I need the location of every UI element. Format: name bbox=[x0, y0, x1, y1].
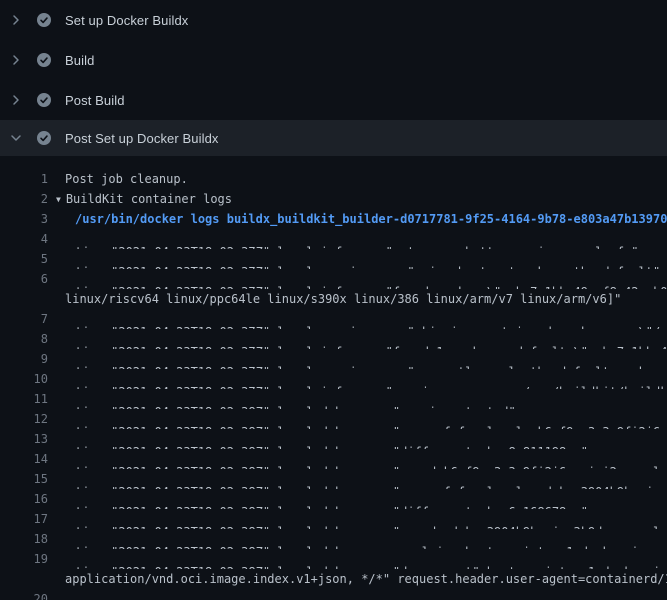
line-number[interactable]: 2 bbox=[0, 189, 48, 209]
log-line-content: ▼time="2021-04-23T18:02:38Z" level=debug… bbox=[65, 409, 667, 429]
log-line-content: ▼time="2021-04-23T18:02:37Z" level=warni… bbox=[65, 249, 667, 269]
log-line: 15 ▼time="2021-04-23T18:02:38Z" level=de… bbox=[0, 469, 667, 489]
log-line-content[interactable]: ▼ BuildKit container logs bbox=[56, 189, 667, 209]
line-number[interactable]: 5 bbox=[0, 249, 48, 269]
line-number[interactable]: 17 bbox=[0, 509, 48, 529]
log-text: /usr/bin/docker logs buildx_buildkit_bui… bbox=[75, 212, 667, 226]
log-line: 12 ▼time="2021-04-23T18:02:38Z" level=de… bbox=[0, 409, 667, 429]
log-line: 4 ▼time="2021-04-23T18:02:37Z" level=inf… bbox=[0, 229, 667, 249]
log-line: 2 ▼ BuildKit container logs bbox=[0, 189, 667, 209]
log-line: 8 ▼time="2021-04-23T18:02:37Z" level=inf… bbox=[0, 329, 667, 349]
step-row[interactable]: Build bbox=[0, 40, 667, 80]
step-row[interactable]: Post Set up Docker Buildx bbox=[0, 120, 667, 156]
check-circle-icon bbox=[37, 93, 51, 107]
log-text: BuildKit container logs bbox=[66, 192, 232, 206]
line-number[interactable]: 16 bbox=[0, 489, 48, 509]
log-line-content: ▼time="2021-04-23T18:02:37Z" level=warni… bbox=[65, 309, 667, 329]
log-line-content: ▼time="2021-04-23T18:02:38Z" level=debug… bbox=[65, 389, 667, 409]
check-circle-icon bbox=[37, 131, 51, 145]
line-number[interactable]: 14 bbox=[0, 449, 48, 469]
actions-log-viewer: Set up Docker Buildx Build bbox=[0, 0, 667, 600]
line-number[interactable]: 11 bbox=[0, 389, 48, 409]
line-number[interactable] bbox=[0, 569, 48, 589]
line-number[interactable]: 6 bbox=[0, 269, 48, 289]
log-line: 20 ▼time="2021-04-23T18:02:38Z" level=de… bbox=[0, 589, 667, 600]
check-circle-icon bbox=[37, 53, 51, 67]
chevron-right-icon bbox=[8, 92, 24, 108]
log-line-content: ▼Post job cleanup. bbox=[65, 169, 667, 189]
step-label: Post Build bbox=[65, 93, 125, 108]
line-number[interactable]: 12 bbox=[0, 409, 48, 429]
step-list: Set up Docker Buildx Build bbox=[0, 0, 667, 156]
log-line-content: ▼time="2021-04-23T18:02:37Z" level=info … bbox=[65, 229, 667, 249]
step-row[interactable]: Post Build bbox=[0, 80, 667, 120]
line-number[interactable]: 8 bbox=[0, 329, 48, 349]
log-line-content: ▼time="2021-04-23T18:02:37Z" level=info … bbox=[65, 329, 667, 349]
log-line-content: ▼time="2021-04-23T18:02:37Z" level=info … bbox=[65, 269, 667, 289]
line-number[interactable]: 9 bbox=[0, 349, 48, 369]
log-line: ▼application/vnd.oci.image.index.v1+json… bbox=[0, 569, 667, 589]
log-line: 6 ▼time="2021-04-23T18:02:37Z" level=inf… bbox=[0, 269, 667, 289]
log-line-content: ▼/usr/bin/docker logs buildx_buildkit_bu… bbox=[65, 209, 667, 229]
log-text: Post job cleanup. bbox=[65, 172, 188, 186]
step-label: Set up Docker Buildx bbox=[65, 13, 188, 28]
check-circle-icon bbox=[37, 13, 51, 27]
line-number[interactable]: 10 bbox=[0, 369, 48, 389]
log-line: 1 ▼Post job cleanup. bbox=[0, 169, 667, 189]
log-line-content: ▼linux/riscv64 linux/ppc64le linux/s390x… bbox=[65, 289, 667, 309]
log-line-content: ▼time="2021-04-23T18:02:38Z" level=debug… bbox=[65, 489, 667, 509]
line-number[interactable]: 4 bbox=[0, 229, 48, 249]
log-line-content: ▼time="2021-04-23T18:02:38Z" level=debug… bbox=[65, 509, 667, 529]
log-line: 14 ▼time="2021-04-23T18:02:38Z" level=de… bbox=[0, 449, 667, 469]
chevron-right-icon bbox=[8, 12, 24, 28]
log-line-content: ▼time="2021-04-23T18:02:38Z" level=debug… bbox=[65, 549, 667, 569]
step-row[interactable]: Set up Docker Buildx bbox=[0, 0, 667, 40]
line-number[interactable]: 15 bbox=[0, 469, 48, 489]
log-line: 5 ▼time="2021-04-23T18:02:37Z" level=war… bbox=[0, 249, 667, 269]
log-line: 18 ▼time="2021-04-23T18:02:38Z" level=de… bbox=[0, 529, 667, 549]
log-line: 11 ▼time="2021-04-23T18:02:38Z" level=de… bbox=[0, 389, 667, 409]
line-number[interactable]: 1 bbox=[0, 169, 48, 189]
chevron-down-icon bbox=[8, 130, 24, 146]
log-line-content: ▼time="2021-04-23T18:02:38Z" level=debug… bbox=[65, 469, 667, 489]
log-line: 9 ▼time="2021-04-23T18:02:37Z" level=war… bbox=[0, 349, 667, 369]
log-line: 7 ▼time="2021-04-23T18:02:37Z" level=war… bbox=[0, 309, 667, 329]
line-number[interactable]: 19 bbox=[0, 549, 48, 569]
log-line-content: ▼time="2021-04-23T18:02:38Z" level=debug… bbox=[65, 529, 667, 549]
log-text: application/vnd.oci.image.index.v1+json,… bbox=[65, 572, 667, 586]
log-line: 17 ▼time="2021-04-23T18:02:38Z" level=de… bbox=[0, 509, 667, 529]
log-line-content: ▼time="2021-04-23T18:02:38Z" level=debug… bbox=[65, 589, 667, 600]
log-line: ▼linux/riscv64 linux/ppc64le linux/s390x… bbox=[0, 289, 667, 309]
log-text: linux/riscv64 linux/ppc64le linux/s390x … bbox=[65, 292, 621, 306]
log-line-content: ▼time="2021-04-23T18:02:37Z" level=info … bbox=[65, 369, 667, 389]
log-line-content: ▼time="2021-04-23T18:02:38Z" level=debug… bbox=[65, 449, 667, 469]
line-number[interactable] bbox=[0, 289, 48, 309]
line-number[interactable]: 18 bbox=[0, 529, 48, 549]
line-number[interactable]: 20 bbox=[0, 589, 48, 600]
line-number[interactable]: 3 bbox=[0, 209, 48, 229]
log-line-content: ▼time="2021-04-23T18:02:38Z" level=debug… bbox=[65, 429, 667, 449]
log-line: 16 ▼time="2021-04-23T18:02:38Z" level=de… bbox=[0, 489, 667, 509]
group-collapse-icon[interactable]: ▼ bbox=[56, 190, 61, 209]
line-number[interactable]: 13 bbox=[0, 429, 48, 449]
step-label: Post Set up Docker Buildx bbox=[65, 131, 219, 146]
log-line: 13 ▼time="2021-04-23T18:02:38Z" level=de… bbox=[0, 429, 667, 449]
log-line-content: ▼application/vnd.oci.image.index.v1+json… bbox=[65, 569, 667, 589]
chevron-right-icon bbox=[8, 52, 24, 68]
line-number[interactable]: 7 bbox=[0, 309, 48, 329]
log-line-content: ▼time="2021-04-23T18:02:37Z" level=warni… bbox=[65, 349, 667, 369]
log-line: 10 ▼time="2021-04-23T18:02:37Z" level=in… bbox=[0, 369, 667, 389]
step-label: Build bbox=[65, 53, 94, 68]
log-line: 19 ▼time="2021-04-23T18:02:38Z" level=de… bbox=[0, 549, 667, 569]
log-line: 3 ▼/usr/bin/docker logs buildx_buildkit_… bbox=[0, 209, 667, 229]
log-lines: 1 ▼Post job cleanup. 2 ▼ BuildKit contain… bbox=[0, 156, 667, 600]
